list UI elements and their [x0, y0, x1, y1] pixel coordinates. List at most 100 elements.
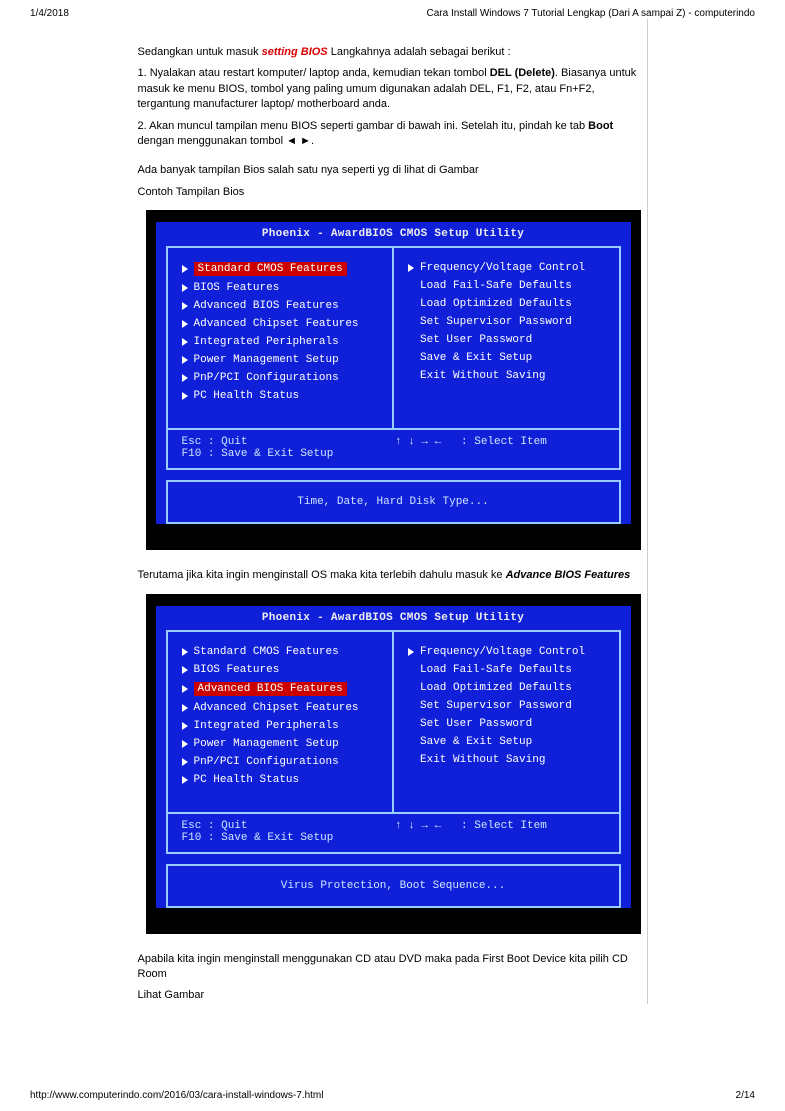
bios-menu-item[interactable]: Integrated Peripherals: [182, 720, 385, 732]
after-text-b: Lihat Gambar: [138, 988, 647, 1003]
bios-menu-label: BIOS Features: [194, 664, 280, 676]
page-footer: http://www.computerindo.com/2016/03/cara…: [30, 1090, 755, 1101]
bios-menu-label: Set Supervisor Password: [420, 700, 572, 712]
bios1-title: Phoenix - AwardBIOS CMOS Setup Utility: [156, 222, 631, 246]
triangle-icon: [182, 392, 188, 400]
bios-menu-label: Exit Without Saving: [420, 754, 545, 766]
triangle-icon: [182, 648, 188, 656]
footer-url: http://www.computerindo.com/2016/03/cara…: [30, 1090, 323, 1101]
step1-bold: DEL (Delete): [490, 67, 555, 79]
mid-bold: Advance BIOS Features: [506, 569, 631, 581]
bios-menu-label: Exit Without Saving: [420, 370, 545, 382]
bios-menu-item[interactable]: Advanced Chipset Features: [182, 702, 385, 714]
bios-menu-item[interactable]: Advanced Chipset Features: [182, 318, 385, 330]
bios-menu-label: BIOS Features: [194, 282, 280, 294]
bios-menu-item[interactable]: Standard CMOS Features: [182, 262, 385, 276]
bios-menu-item[interactable]: Power Management Setup: [182, 738, 385, 750]
triangle-icon: [182, 758, 188, 766]
bios-menu-label: Load Optimized Defaults: [420, 682, 572, 694]
triangle-icon: [182, 776, 188, 784]
bios2-left-col: Standard CMOS Features BIOS Features Advan…: [168, 632, 395, 812]
bios-menu-label: Load Fail-Safe Defaults: [420, 280, 572, 292]
bios-menu-item[interactable]: Load Fail-Safe Defaults: [408, 664, 611, 676]
bios-menu-item[interactable]: BIOS Features: [182, 282, 385, 294]
bios-menu-label: Integrated Peripherals: [194, 336, 339, 348]
triangle-icon: [182, 722, 188, 730]
triangle-icon: [182, 685, 188, 693]
bios-menu-label: Advanced Chipset Features: [194, 318, 359, 330]
triangle-icon: [182, 320, 188, 328]
bios-menu-item[interactable]: PC Health Status: [182, 774, 385, 786]
bios-menu-item[interactable]: Save & Exit Setup: [408, 736, 611, 748]
bios-menu-item[interactable]: Advanced BIOS Features: [182, 682, 385, 696]
bios-menu-item[interactable]: PnP/PCI Configurations: [182, 372, 385, 384]
bios-menu-label: Power Management Setup: [194, 354, 339, 366]
bios-screenshot-1: Phoenix - AwardBIOS CMOS Setup Utility S…: [146, 210, 641, 550]
bios-menu-label: Load Optimized Defaults: [420, 298, 572, 310]
bios1-help: Time, Date, Hard Disk Type...: [166, 480, 621, 524]
bios-menu-item[interactable]: Set User Password: [408, 718, 611, 730]
bios-menu-label: Standard CMOS Features: [194, 262, 347, 276]
triangle-icon: [182, 374, 188, 382]
bios-menu-item[interactable]: Integrated Peripherals: [182, 336, 385, 348]
step2-b: dengan menggunakan tombol ◄ ►.: [138, 135, 315, 147]
page-title: Cara Install Windows 7 Tutorial Lengkap …: [427, 8, 755, 19]
triangle-icon: [408, 648, 414, 656]
bios-menu-label: PC Health Status: [194, 774, 300, 786]
bios-menu-item[interactable]: Frequency/Voltage Control: [408, 262, 611, 274]
bios-menu-label: Load Fail-Safe Defaults: [420, 664, 572, 676]
bios-menu-label: Power Management Setup: [194, 738, 339, 750]
bios-menu-item[interactable]: BIOS Features: [182, 664, 385, 676]
bios-menu-item[interactable]: Set Supervisor Password: [408, 316, 611, 328]
bios-menu-item[interactable]: Power Management Setup: [182, 354, 385, 366]
bios-menu-item[interactable]: Load Fail-Safe Defaults: [408, 280, 611, 292]
bios-menu-label: Advanced BIOS Features: [194, 300, 339, 312]
intro-suffix: Langkahnya adalah sebagai berikut :: [328, 46, 511, 58]
triangle-icon: [182, 338, 188, 346]
step-1: 1. Nyalakan atau restart komputer/ lapto…: [138, 66, 647, 112]
bios-menu-item[interactable]: Set User Password: [408, 334, 611, 346]
intro-prefix: Sedangkan untuk masuk: [138, 46, 262, 58]
bios-menu-item[interactable]: Load Optimized Defaults: [408, 682, 611, 694]
triangle-icon: [182, 666, 188, 674]
bios-menu-item[interactable]: Advanced BIOS Features: [182, 300, 385, 312]
step1-a: 1. Nyalakan atau restart komputer/ lapto…: [138, 67, 490, 79]
bios-menu-item[interactable]: Exit Without Saving: [408, 754, 611, 766]
bios-menu-label: Set User Password: [420, 334, 532, 346]
step2-bold: Boot: [588, 120, 613, 132]
bios-menu-label: Set Supervisor Password: [420, 316, 572, 328]
bios-menu-item[interactable]: PnP/PCI Configurations: [182, 756, 385, 768]
bios-menu-item[interactable]: Load Optimized Defaults: [408, 298, 611, 310]
bios-menu-label: PnP/PCI Configurations: [194, 756, 339, 768]
bios-menu-label: PC Health Status: [194, 390, 300, 402]
intro-line: Sedangkan untuk masuk setting BIOS Langk…: [138, 45, 647, 60]
bios-menu-item[interactable]: Exit Without Saving: [408, 370, 611, 382]
print-date: 1/4/2018: [30, 8, 69, 19]
bios2-title: Phoenix - AwardBIOS CMOS Setup Utility: [156, 606, 631, 630]
triangle-icon: [182, 265, 188, 273]
footer-page: 2/14: [736, 1090, 755, 1101]
mid-text: Terutama jika kita ingin menginstall OS …: [138, 568, 647, 583]
after-text-a: Apabila kita ingin menginstall menggunak…: [138, 952, 647, 983]
triangle-icon: [182, 302, 188, 310]
intro-bold: setting BIOS: [262, 46, 328, 58]
bios-menu-label: Standard CMOS Features: [194, 646, 339, 658]
bios-menu-label: Frequency/Voltage Control: [420, 646, 585, 658]
bios-menu-label: Set User Password: [420, 718, 532, 730]
bios-menu-item[interactable]: Save & Exit Setup: [408, 352, 611, 364]
note-1: Ada banyak tampilan Bios salah satu nya …: [138, 163, 647, 178]
triangle-icon: [182, 740, 188, 748]
bios-menu-item[interactable]: Standard CMOS Features: [182, 646, 385, 658]
page-header: 1/4/2018 Cara Install Windows 7 Tutorial…: [0, 0, 785, 19]
bios1-left-col: Standard CMOS Features BIOS Features Advan…: [168, 248, 395, 428]
bios-menu-item[interactable]: Frequency/Voltage Control: [408, 646, 611, 658]
bios2-right-col: Frequency/Voltage Control Load Fail-Safe …: [394, 632, 619, 812]
bios-menu-label: Advanced Chipset Features: [194, 702, 359, 714]
article-body: Sedangkan untuk masuk setting BIOS Langk…: [138, 19, 648, 1004]
bios-menu-label: Advanced BIOS Features: [194, 682, 347, 696]
bios1-hint-right: ↑ ↓ → ← : Select Item: [395, 436, 609, 460]
bios-menu-label: Save & Exit Setup: [420, 736, 532, 748]
bios-screenshot-2: Phoenix - AwardBIOS CMOS Setup Utility S…: [146, 594, 641, 934]
bios-menu-item[interactable]: Set Supervisor Password: [408, 700, 611, 712]
bios-menu-item[interactable]: PC Health Status: [182, 390, 385, 402]
